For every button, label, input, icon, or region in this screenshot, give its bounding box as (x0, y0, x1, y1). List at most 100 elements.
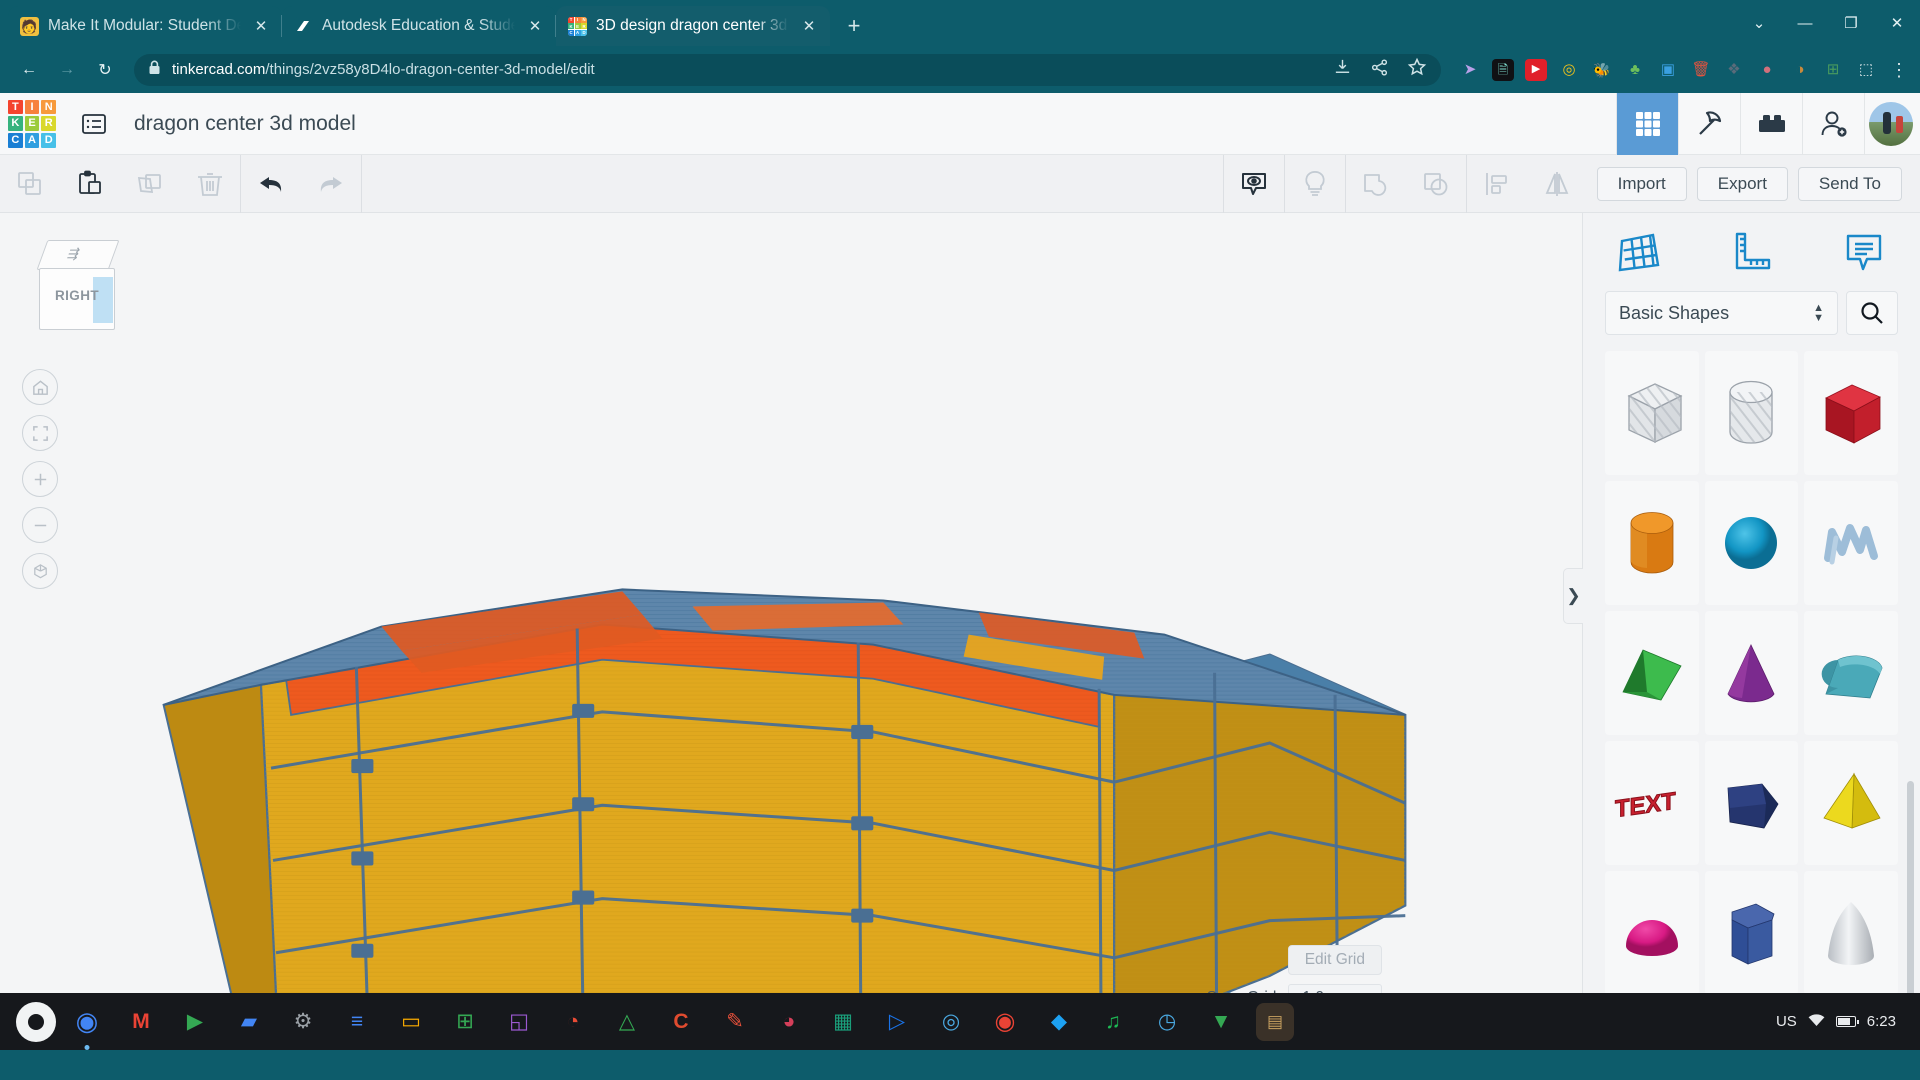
close-window-button[interactable]: ✕ (1874, 6, 1920, 40)
copy-button[interactable] (0, 155, 60, 213)
spotify-icon[interactable]: ♫ (1094, 1003, 1132, 1041)
shape-cylinder-hole[interactable] (1704, 351, 1799, 475)
video-extension[interactable]: ▣ (1657, 59, 1679, 81)
gmail-icon[interactable]: M (122, 1003, 160, 1041)
home-view-button[interactable] (22, 369, 58, 405)
files-icon[interactable]: ▰ (230, 1003, 268, 1041)
tab-close-button[interactable]: ✕ (250, 15, 272, 37)
paint-icon[interactable]: ✎ (716, 1003, 754, 1041)
user-avatar[interactable] (1864, 92, 1920, 155)
designs-menu-button[interactable] (74, 104, 114, 144)
lego-brick-icon[interactable] (1740, 92, 1802, 155)
notes-icon[interactable] (1808, 228, 1920, 276)
zoom-out-button[interactable] (22, 507, 58, 543)
bird-icon[interactable]: ◆ (1040, 1003, 1078, 1041)
peardeck-icon[interactable]: ◔ (554, 1003, 592, 1041)
collapse-panel-button[interactable]: ❯ (1563, 568, 1583, 624)
meet-icon[interactable]: ▷ (878, 1003, 916, 1041)
shape-box[interactable] (1804, 351, 1898, 475)
tab-close-button[interactable]: ✕ (798, 15, 820, 37)
search-shapes-button[interactable] (1846, 291, 1898, 335)
zoom-in-button[interactable] (22, 461, 58, 497)
puzzle-extension[interactable]: ❖ (1723, 59, 1745, 81)
shape-cylinder[interactable] (1605, 481, 1699, 605)
edit-grid-button[interactable]: Edit Grid (1287, 945, 1382, 975)
system-tray[interactable]: US 6:23 (1776, 1013, 1910, 1031)
minimize-button[interactable]: — (1782, 6, 1828, 40)
browser-tab-1[interactable]: 🧑 Make It Modular: Student Design ✕ (8, 6, 282, 46)
play-store-icon[interactable]: ▶ (176, 1003, 214, 1041)
maximize-button[interactable]: ❐ (1828, 6, 1874, 40)
shape-box-hole[interactable] (1605, 351, 1699, 475)
share-icon[interactable] (1370, 58, 1389, 82)
mirror-button[interactable] (1527, 155, 1587, 213)
invite-person-icon[interactable] (1802, 92, 1864, 155)
import-button[interactable]: Import (1596, 166, 1687, 201)
fit-to-view-button[interactable] (22, 415, 58, 451)
canvas-icon[interactable]: C (662, 1003, 700, 1041)
drive-icon[interactable]: △ (608, 1003, 646, 1041)
duplicate-button[interactable] (120, 155, 180, 213)
shape-paraboloid[interactable] (1804, 871, 1898, 995)
cursor-pointer-extension[interactable]: ➤ (1459, 59, 1481, 81)
slides-icon[interactable]: ▭ (392, 1003, 430, 1041)
tinkercad-logo[interactable]: TIN KER CAD (4, 96, 60, 152)
shape-cone[interactable] (1704, 611, 1799, 735)
group-button[interactable] (1346, 155, 1406, 213)
star-icon[interactable] (1407, 57, 1427, 82)
align-button[interactable] (1467, 155, 1527, 213)
send-to-button[interactable]: Send To (1797, 166, 1902, 201)
maps-icon[interactable]: ▼ (1202, 1003, 1240, 1041)
redo-button[interactable] (301, 155, 361, 213)
shape-category-select[interactable]: Basic Shapes ▲ ▼ (1605, 291, 1838, 335)
coin-extension[interactable]: ◎ (1558, 59, 1580, 81)
view-cube-front-face[interactable]: RIGHT (39, 268, 115, 330)
delete-button[interactable] (180, 155, 240, 213)
tab-close-button[interactable]: ✕ (524, 15, 546, 37)
person-extension[interactable]: ● (1756, 59, 1778, 81)
address-bar[interactable]: tinkercad.com/things/2vz58y8D4lo-dragon-… (134, 53, 1441, 86)
leaf-extension[interactable]: ♣ (1624, 59, 1646, 81)
pickaxe-icon[interactable] (1678, 92, 1740, 155)
trash-extension[interactable]: 🗑 (1690, 59, 1712, 81)
camera-icon[interactable]: ◎ (932, 1003, 970, 1041)
grid-extension[interactable]: ⊞ (1822, 59, 1844, 81)
extensions-icon[interactable]: ⬚ (1855, 59, 1877, 81)
show-hide-button[interactable] (1224, 155, 1284, 213)
browser-tab-2[interactable]: Autodesk Education & Student A ✕ (282, 6, 556, 46)
screenshot-thumbnail[interactable]: ▤ (1256, 1002, 1294, 1041)
workplane-icon[interactable] (1583, 228, 1695, 276)
reload-button[interactable]: ↻ (88, 53, 122, 87)
shape-sphere[interactable] (1704, 481, 1799, 605)
forward-button[interactable]: → (50, 53, 84, 87)
new-tab-button[interactable]: + (838, 10, 870, 42)
light-button[interactable] (1285, 155, 1345, 213)
download-icon[interactable] (1333, 58, 1352, 82)
youtube-extension[interactable]: ▶ (1525, 58, 1547, 81)
classroom-icon[interactable]: ▦ (824, 1003, 862, 1041)
back-button[interactable]: ← (12, 53, 46, 87)
blocks-grid-icon[interactable] (1616, 92, 1678, 155)
mask-extension[interactable]: ◑ (1789, 59, 1811, 81)
undo-button[interactable] (241, 155, 301, 213)
export-button[interactable]: Export (1696, 166, 1788, 201)
3d-viewport[interactable]: ⇶ RIGHT Edit Grid (0, 213, 1582, 1050)
clock-icon[interactable]: ◷ (1148, 1003, 1186, 1041)
shape-text[interactable]: TEXT (1605, 741, 1699, 865)
shape-half-cylinder[interactable] (1804, 611, 1898, 735)
chrome-secondary-icon[interactable]: ◉ (986, 1003, 1024, 1041)
ruler-icon[interactable] (1695, 228, 1807, 276)
settings-icon[interactable]: ⚙ (284, 1003, 322, 1041)
bee-extension[interactable]: 🐝 (1591, 59, 1613, 81)
jamboard-icon[interactable]: ◱ (500, 1003, 538, 1041)
shape-half-sphere[interactable] (1605, 871, 1699, 995)
shape-roof[interactable] (1605, 611, 1699, 735)
ungroup-button[interactable] (1406, 155, 1466, 213)
page-title[interactable]: dragon center 3d model (134, 112, 356, 136)
chrome-icon[interactable]: ◉ (68, 1003, 106, 1041)
paste-button[interactable] (60, 155, 120, 213)
perspective-toggle-button[interactable] (22, 553, 58, 589)
shape-pyramid[interactable] (1804, 741, 1898, 865)
view-cube[interactable]: ⇶ RIGHT (34, 240, 126, 332)
shape-scribble[interactable] (1804, 481, 1898, 605)
